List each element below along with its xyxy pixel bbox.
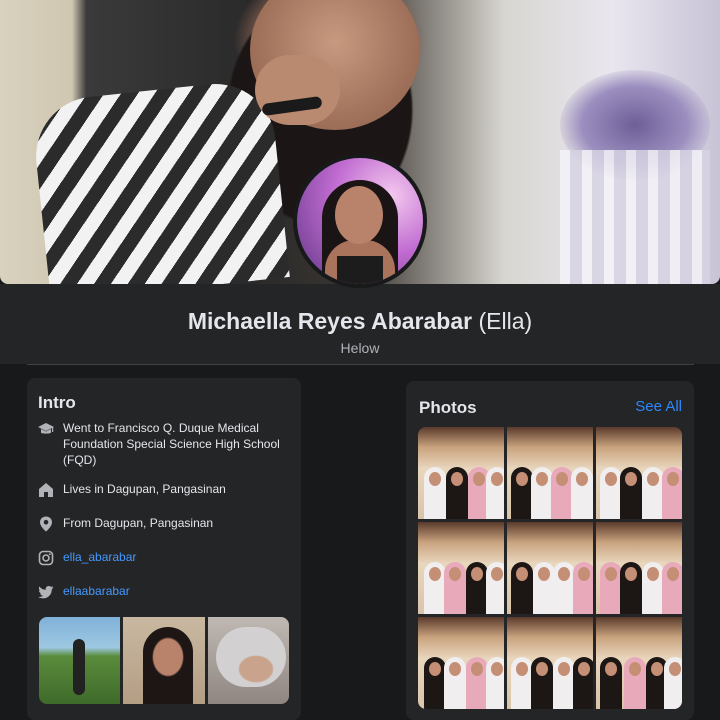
photo-thumbnail[interactable] — [596, 522, 682, 614]
profile-avatar[interactable] — [293, 154, 427, 288]
photo-thumbnail[interactable] — [418, 617, 504, 709]
profile-bio: Helow — [340, 340, 380, 356]
photo-thumbnail[interactable] — [507, 522, 593, 614]
intro-title: Intro — [38, 393, 76, 412]
photo-thumbnail[interactable] — [507, 427, 593, 519]
profile-name: Michaella Reyes Abarabar (Ella) — [0, 308, 720, 335]
photo-thumbnail[interactable] — [507, 617, 593, 709]
photo-thumbnail[interactable] — [596, 617, 682, 709]
cover-background-drape — [560, 150, 710, 284]
profile-nickname: (Ella) — [478, 308, 533, 334]
intro-item-lives-in: Lives in Dagupan, Pangasinan — [38, 481, 293, 498]
featured-photo[interactable] — [39, 617, 121, 704]
photos-card: Photos See All — [406, 381, 694, 720]
cover-striped-shirt — [30, 78, 290, 284]
twitter-icon — [38, 586, 54, 599]
avatar-face — [335, 186, 383, 244]
photos-title: Photos — [419, 398, 477, 417]
featured-photos — [39, 617, 289, 704]
graduation-cap-icon — [38, 423, 54, 434]
intro-item-from: From Dagupan, Pangasinan — [38, 515, 293, 532]
instagram-icon — [38, 550, 54, 566]
intro-item-twitter[interactable]: ellaabarabar — [38, 583, 293, 600]
featured-photo[interactable] — [207, 617, 289, 704]
avatar-photo — [297, 158, 423, 284]
photos-grid — [418, 427, 682, 709]
header-divider — [27, 364, 694, 365]
photo-thumbnail[interactable] — [596, 427, 682, 519]
featured-photo[interactable] — [123, 617, 205, 704]
intro-from-text: From Dagupan, Pangasinan — [63, 516, 214, 530]
avatar-top — [337, 256, 383, 284]
profile-full-name: Michaella Reyes Abarabar — [187, 308, 473, 334]
home-icon — [39, 483, 53, 497]
intro-item-education: Went to Francisco Q. Duque Medical Found… — [38, 420, 293, 468]
see-all-photos-link[interactable]: See All — [635, 398, 682, 415]
photo-thumbnail[interactable] — [418, 522, 504, 614]
intro-card: Intro Went to Francisco Q. Duque Medical… — [27, 378, 301, 720]
intro-item-instagram[interactable]: ella_abarabar — [38, 549, 293, 566]
photo-thumbnail[interactable] — [418, 427, 504, 519]
intro-education-text: Went to Francisco Q. Duque Medical Found… — [63, 421, 280, 467]
intro-lives-in-text: Lives in Dagupan, Pangasinan — [63, 482, 226, 496]
twitter-link[interactable]: ellaabarabar — [63, 583, 130, 599]
location-pin-icon — [40, 516, 52, 532]
instagram-link[interactable]: ella_abarabar — [63, 549, 136, 565]
